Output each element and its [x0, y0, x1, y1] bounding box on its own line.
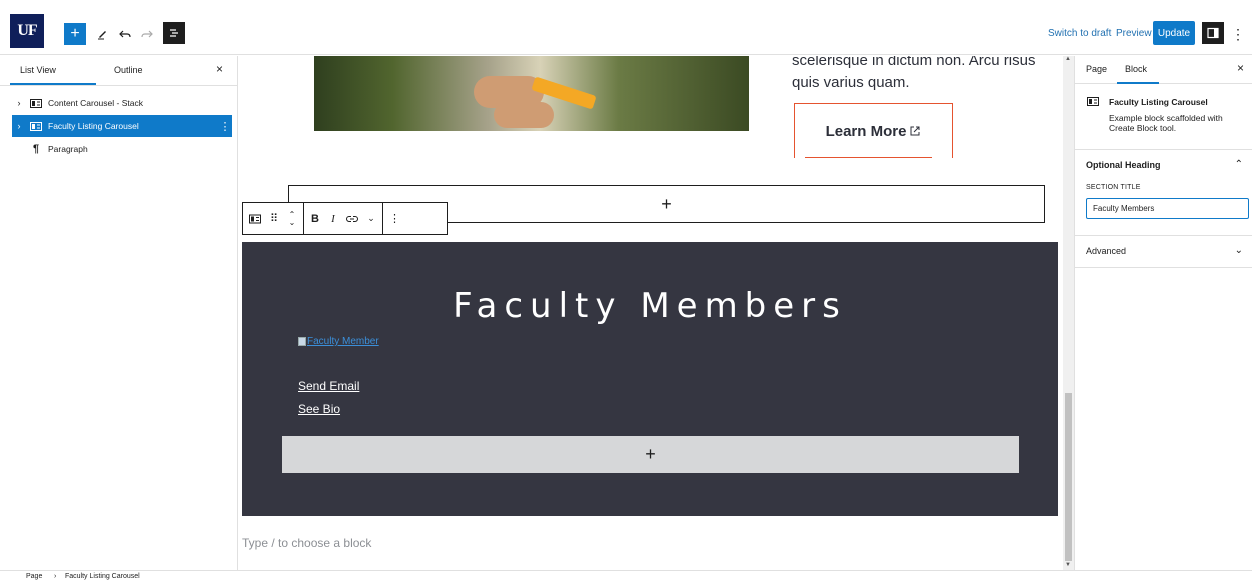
plus-icon: + — [70, 25, 80, 42]
panel-toggle-advanced[interactable]: Advanced — [1086, 246, 1126, 256]
breadcrumb-current-block[interactable]: Faculty Listing Carousel — [65, 573, 140, 580]
tools-button[interactable] — [92, 23, 114, 45]
chevron-right-icon[interactable]: › — [12, 98, 26, 108]
preview-button[interactable]: Preview — [1116, 28, 1152, 39]
canvas-scrollbar[interactable]: ▲ ▼ — [1063, 56, 1074, 570]
options-menu-button[interactable]: ⋮ — [1231, 23, 1245, 45]
faculty-member-image[interactable]: Faculty Member — [298, 336, 379, 347]
settings-tabs: Page Block × — [1075, 56, 1252, 84]
faculty-listing-carousel-block[interactable]: Faculty Members Faculty Member Send Emai… — [242, 242, 1058, 516]
tab-block[interactable]: Block — [1125, 64, 1147, 74]
list-view-toggle-button[interactable] — [163, 22, 185, 44]
block-options-icon[interactable]: ⋮ — [389, 209, 400, 229]
link-icon[interactable] — [346, 209, 358, 229]
broken-image-icon — [298, 337, 306, 346]
undo-icon — [119, 30, 131, 38]
block-card-title: Faculty Listing Carousel — [1109, 97, 1208, 107]
block-card: Faculty Listing Carousel Example block s… — [1075, 84, 1252, 150]
block-icon — [30, 121, 42, 131]
italic-button[interactable]: I — [328, 209, 338, 229]
list-item-faculty-listing-carousel[interactable]: › Faculty Listing Carousel ⋮ — [12, 115, 232, 137]
block-icon — [1087, 97, 1099, 106]
block-options-icon[interactable]: ⋮ — [218, 120, 232, 133]
list-item-paragraph[interactable]: ¶ Paragraph — [12, 138, 232, 160]
more-options-icon: ⋮ — [1231, 25, 1245, 42]
tab-outline[interactable]: Outline — [114, 65, 143, 75]
breadcrumb-page[interactable]: Page — [26, 573, 42, 580]
undo-button[interactable] — [114, 23, 136, 45]
section-title[interactable]: Faculty Members — [242, 286, 1058, 326]
block-breadcrumb: Page › Faculty Listing Carousel — [0, 570, 1252, 580]
breadcrumb-separator: › — [54, 573, 57, 580]
paragraph-icon: ¶ — [32, 142, 40, 155]
list-view-tabs: List View Outline × — [0, 56, 237, 86]
advanced-panel[interactable]: Advanced ⌄ — [1075, 236, 1252, 268]
section-title-input[interactable] — [1086, 198, 1249, 219]
image-detail — [494, 102, 554, 128]
list-item-label: Content Carousel - Stack — [48, 98, 143, 108]
optional-heading-panel: Optional Heading ⌃ SECTION TITLE — [1075, 150, 1252, 236]
list-item-content-carousel-stack[interactable]: › Content Carousel - Stack — [12, 92, 232, 114]
add-block-button[interactable]: + — [64, 23, 86, 45]
learn-more-label: Learn More — [825, 122, 907, 140]
drag-handle-icon[interactable]: ⠿ — [269, 209, 279, 229]
faculty-member-image-alt: Faculty Member — [307, 336, 379, 347]
editor-top-toolbar: UF + Switch to draft Preview Update ⋮ — [0, 10, 1252, 55]
see-bio-link[interactable]: See Bio — [298, 402, 340, 416]
block-toolbar-group: ⋮ — [383, 203, 406, 234]
block-type-icon[interactable] — [249, 209, 261, 229]
site-logo[interactable]: UF — [10, 14, 44, 48]
switch-to-draft-button[interactable]: Switch to draft — [1048, 28, 1111, 39]
redo-button[interactable] — [136, 23, 158, 45]
move-up-down-icon[interactable]: ⌃ ⌄ — [287, 209, 297, 229]
block-icon — [30, 98, 42, 108]
plus-icon: + — [661, 193, 672, 214]
send-email-link[interactable]: Send Email — [298, 379, 359, 393]
bold-button[interactable]: B — [310, 209, 320, 229]
scroll-up-arrow-icon[interactable]: ▲ — [1065, 56, 1071, 62]
list-view-panel: List View Outline × › Content Carousel -… — [0, 56, 238, 570]
panel-toggle-optional-heading[interactable]: Optional Heading — [1086, 160, 1161, 170]
list-item-label: Faculty Listing Carousel — [48, 121, 139, 131]
tab-list-view[interactable]: List View — [20, 65, 56, 75]
chevron-up-icon[interactable]: ⌃ — [1235, 159, 1243, 170]
button-underline — [805, 157, 932, 158]
settings-sidebar-toggle[interactable] — [1202, 22, 1224, 44]
block-toolbar-group: B I ⌄ — [304, 203, 383, 234]
feature-image[interactable] — [314, 56, 749, 131]
body-paragraph[interactable]: scelerisque in dictum non. Arcu risus qu… — [792, 56, 1052, 94]
tab-page[interactable]: Page — [1086, 64, 1107, 74]
close-icon[interactable]: × — [216, 62, 223, 76]
pencil-icon — [98, 31, 106, 40]
learn-more-button[interactable]: Learn More — [794, 103, 953, 158]
section-title-label: SECTION TITLE — [1086, 184, 1141, 191]
sidebar-settings-icon — [1207, 27, 1219, 39]
scroll-down-arrow-icon[interactable]: ▼ — [1065, 562, 1071, 568]
scrollbar-thumb[interactable] — [1065, 393, 1072, 561]
default-block-appender[interactable]: Type / to choose a block — [242, 536, 371, 550]
active-tab-indicator — [10, 83, 96, 85]
external-link-icon — [910, 126, 920, 136]
plus-icon: + — [645, 444, 656, 464]
block-toolbar: ⠿ ⌃ ⌄ B I ⌄ ⋮ — [242, 202, 448, 235]
redo-icon — [141, 30, 153, 38]
block-toolbar-group: ⠿ ⌃ ⌄ — [243, 203, 304, 234]
editor-canvas: scelerisque in dictum non. Arcu risus qu… — [238, 56, 1063, 570]
block-appender[interactable]: + — [282, 436, 1019, 473]
more-formatting-chevron-icon[interactable]: ⌄ — [366, 209, 376, 229]
list-item-label: Paragraph — [48, 144, 88, 154]
block-card-description: Example block scaffolded with Create Blo… — [1109, 113, 1223, 133]
close-icon[interactable]: × — [1237, 61, 1244, 75]
chevron-down-icon[interactable]: ⌄ — [1235, 245, 1243, 256]
settings-sidebar: Page Block × Faculty Listing Carousel Ex… — [1074, 56, 1252, 570]
list-view-icon — [170, 29, 178, 37]
chevron-right-icon[interactable]: › — [12, 121, 26, 131]
update-button[interactable]: Update — [1153, 21, 1195, 45]
